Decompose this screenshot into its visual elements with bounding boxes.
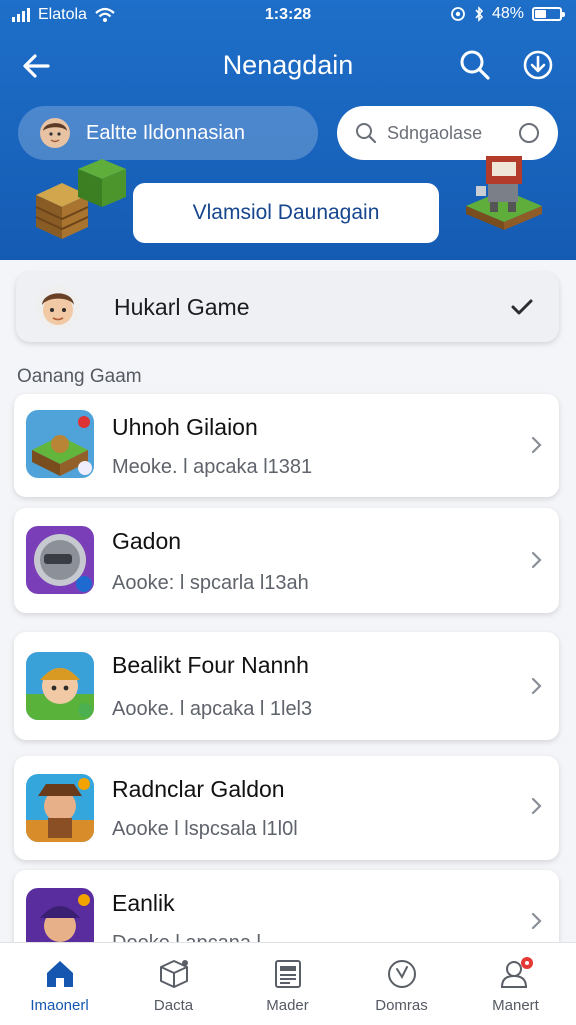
game-name: Uhnoh Gilaion <box>112 414 258 440</box>
chevron-right-icon <box>531 912 542 930</box>
avatar <box>36 285 80 329</box>
status-bar: Elatola 1:3:28 48% <box>0 0 576 30</box>
tab-domras[interactable]: Domras <box>344 943 459 1025</box>
newspaper-icon <box>274 960 301 988</box>
game-thumbnail <box>26 526 94 594</box>
tab-manert[interactable]: Manert <box>458 943 573 1025</box>
game-thumbnail <box>26 652 94 720</box>
user-chip-label: Ealtte Ildonnasian <box>86 121 246 144</box>
tab-dacta[interactable]: Dacta <box>116 943 231 1025</box>
search-icon[interactable] <box>458 48 492 82</box>
circle-icon[interactable] <box>518 122 540 144</box>
search-icon <box>356 123 377 144</box>
game-meta: Meoke. l apcaka l1381 <box>112 456 313 478</box>
featured-game-row[interactable]: Hukarl Game <box>16 272 559 342</box>
tab-home[interactable]: Imaonerl <box>2 943 117 1025</box>
avatar <box>40 118 70 148</box>
bluetooth-icon <box>475 6 484 22</box>
featured-game-label: Hukarl Game <box>114 293 250 320</box>
compass-icon <box>387 960 416 988</box>
battery-icon <box>532 7 565 21</box>
list-item[interactable]: Radnclar Galdon Aooke l lspcsala l1l0l <box>14 756 559 860</box>
location-icon <box>451 7 465 21</box>
chevron-right-icon <box>531 797 542 815</box>
box-icon <box>159 960 188 988</box>
voxel-robot-illustration <box>466 156 542 230</box>
list-item[interactable]: Uhnoh Gilaion Meoke. l apcaka l1381 <box>14 394 559 497</box>
tab-label: Domras <box>375 997 428 1014</box>
game-name: Gadon <box>112 528 182 554</box>
game-meta: Aooke l lspcsala l1l0l <box>112 818 298 840</box>
download-icon[interactable] <box>521 48 555 82</box>
game-name: Bealikt Four Nannh <box>112 652 309 678</box>
game-name: Eanlik <box>112 890 175 916</box>
tab-label: Imaonerl <box>30 997 89 1014</box>
game-thumbnail <box>26 774 94 842</box>
user-chip[interactable]: Ealtte Ildonnasian <box>18 106 318 160</box>
chevron-right-icon <box>531 551 542 569</box>
checkmark-icon[interactable] <box>507 292 537 322</box>
bottom-tab-bar: Imaonerl Dacta Mader Domras Manert <box>0 942 576 1025</box>
chevron-right-icon <box>531 677 542 695</box>
search-placeholder: Sdngaolase <box>387 122 483 143</box>
banner-button[interactable]: Vlamsiol Daunagain <box>133 183 439 243</box>
battery-percent: 48% <box>491 5 524 22</box>
tab-label: Mader <box>266 997 309 1014</box>
list-item[interactable]: Gadon Aooke: l spcarla l13ah <box>14 508 559 613</box>
title-row: Nenagdain <box>0 40 576 88</box>
tab-label: Dacta <box>153 997 194 1014</box>
tab-mader[interactable]: Mader <box>230 943 345 1025</box>
home-icon <box>46 961 73 987</box>
tab-label: Manert <box>492 997 539 1014</box>
section-label: Oanang Gaam <box>17 366 142 387</box>
game-meta: Aooke: l spcarla l13ah <box>112 572 309 594</box>
chevron-right-icon <box>531 436 542 454</box>
game-meta: Aooke. l apcaka l 1lel3 <box>112 698 313 720</box>
list-item[interactable]: Bealikt Four Nannh Aooke. l apcaka l 1le… <box>14 632 559 740</box>
voxel-blocks-illustration <box>35 159 126 239</box>
header-banner: Nenagdain Ealtte Ildonnasian Sdngaolase <box>0 0 576 260</box>
game-name: Radnclar Galdon <box>112 776 285 802</box>
game-thumbnail <box>26 410 94 478</box>
profile-icon <box>500 957 533 988</box>
